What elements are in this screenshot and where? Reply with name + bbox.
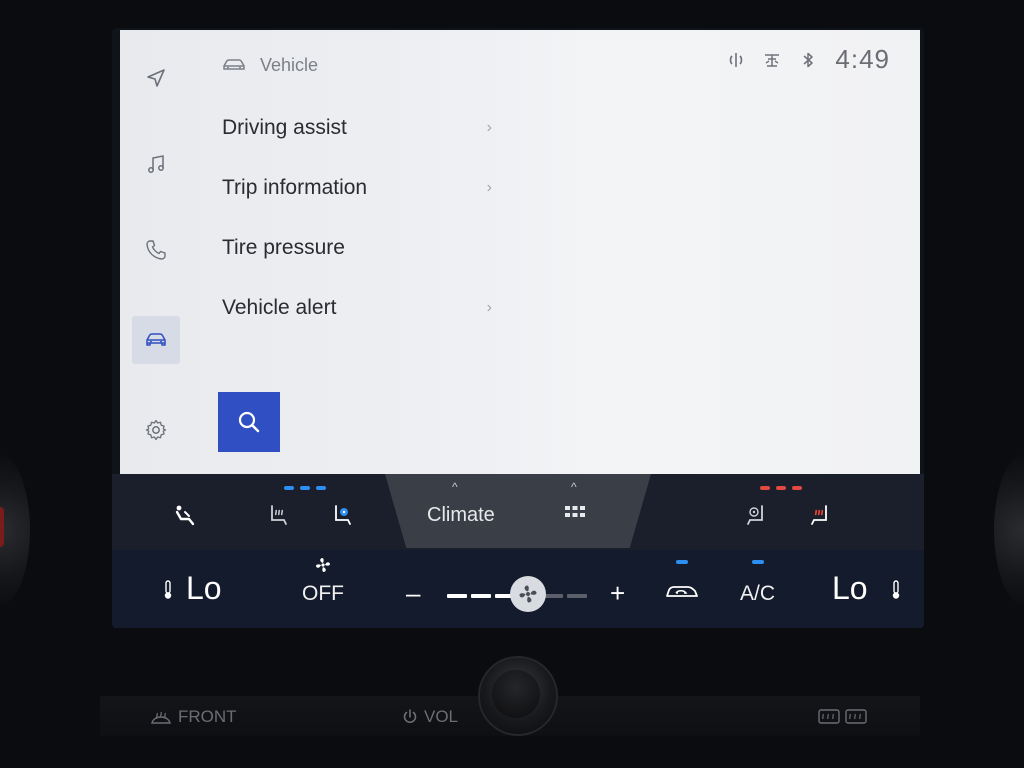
climate-quick-bar: ^ ^ Climate [112,474,924,550]
search-icon [238,411,260,433]
apps-grid-icon[interactable] [564,505,586,523]
seat-position-icon [175,505,195,526]
vehicle-menu: Driving assist › Trip information › Tire… [222,98,492,338]
vehicle-settings-panel: Vehicle 4:49 Driving assist › Trip infor… [120,30,920,474]
power-icon [403,709,417,724]
climate-control-bar: Lo OFF – + A/C Lo [112,550,924,628]
thermometer-icon [164,580,172,599]
rail-item-music[interactable] [132,140,180,188]
vehicle-icon [146,333,166,346]
fan-speed-segment [471,594,491,598]
rail-item-vehicle[interactable] [132,316,180,364]
chevron-up-icon: ^ [571,480,577,494]
side-rail [120,30,200,474]
menu-item-label: Trip information [222,176,368,199]
music-icon [148,155,164,173]
fan-speed-segment [567,594,587,598]
infotainment-screen: Vehicle 4:49 Driving assist › Trip infor… [112,28,924,628]
driver-seat-position-button[interactable] [170,500,200,530]
passenger-seat-vent-button[interactable] [740,500,770,530]
recirculation-icon[interactable] [664,580,700,604]
rear-defrost-icon[interactable] [818,708,870,726]
fan-off-button[interactable]: OFF [302,582,344,606]
recirculation-indicator [676,560,688,564]
seat-ventilation-icon [747,505,763,525]
seat-heat-icon [811,505,827,525]
passenger-heat-level-indicator [760,486,802,490]
fan-increase-button[interactable]: + [610,578,625,609]
rail-item-settings[interactable] [132,406,180,454]
defrost-icon [151,711,171,724]
rail-item-navigation[interactable] [132,54,180,102]
thermometer-icon [892,580,900,599]
seat-ventilation-icon [335,505,351,525]
page-header: Vehicle [222,52,318,78]
chevron-right-icon: › [486,299,492,316]
menu-item-label: Tire pressure [222,236,345,259]
search-button[interactable] [218,392,280,452]
menu-item-label: Vehicle alert [222,296,337,319]
fan-icon [519,585,537,603]
climate-tab-background [385,474,651,548]
seat-heat-icon [271,505,287,525]
fan-decrease-button[interactable]: – [406,578,420,609]
clock: 4:49 [835,44,890,74]
settings-icon [145,419,167,441]
climate-tab[interactable]: Climate [427,504,495,527]
bluetooth-icon [803,52,814,67]
menu-item-trip-information[interactable]: Trip information › [222,158,492,218]
driver-seat-vent-button[interactable] [328,500,358,530]
ac-button[interactable]: A/C [740,582,775,606]
menu-item-vehicle-alert[interactable]: Vehicle alert › [222,278,492,338]
driver-temperature[interactable]: Lo [186,570,222,607]
navigation-icon [147,69,165,87]
signal-antenna-icon [765,53,780,67]
power-volume-button[interactable]: VOL [402,707,458,727]
fan-speed-segment [543,594,563,598]
passenger-temperature[interactable]: Lo [832,570,868,607]
chevron-right-icon: › [486,119,492,136]
status-bar: 4:49 [727,44,890,75]
fan-icon [316,558,330,572]
menu-item-driving-assist[interactable]: Driving assist › [222,98,492,158]
fan-speed-slider-handle[interactable] [510,576,546,612]
menu-item-label: Driving assist [222,116,347,139]
volume-knob[interactable] [478,656,558,736]
driver-seat-heat-button[interactable] [264,500,294,530]
driver-vent-level-indicator [284,486,326,490]
chevron-right-icon: › [486,179,492,196]
front-defrost-button[interactable]: FRONT [150,707,237,727]
chevron-up-icon: ^ [452,480,458,494]
page-title: Vehicle [260,54,319,75]
menu-item-tire-pressure[interactable]: Tire pressure [222,218,492,278]
fan-speed-segment [447,594,467,598]
front-defrost-label: FRONT [178,707,237,726]
wireless-charging-icon [730,52,743,67]
passenger-seat-heat-button[interactable] [804,500,834,530]
car-icon [223,59,245,70]
ac-indicator [752,560,764,564]
phone-icon [146,240,166,260]
right-vent-bezel [994,455,1024,605]
rail-item-phone[interactable] [132,226,180,274]
volume-label: VOL [424,707,459,726]
left-vent-bezel [0,455,30,605]
